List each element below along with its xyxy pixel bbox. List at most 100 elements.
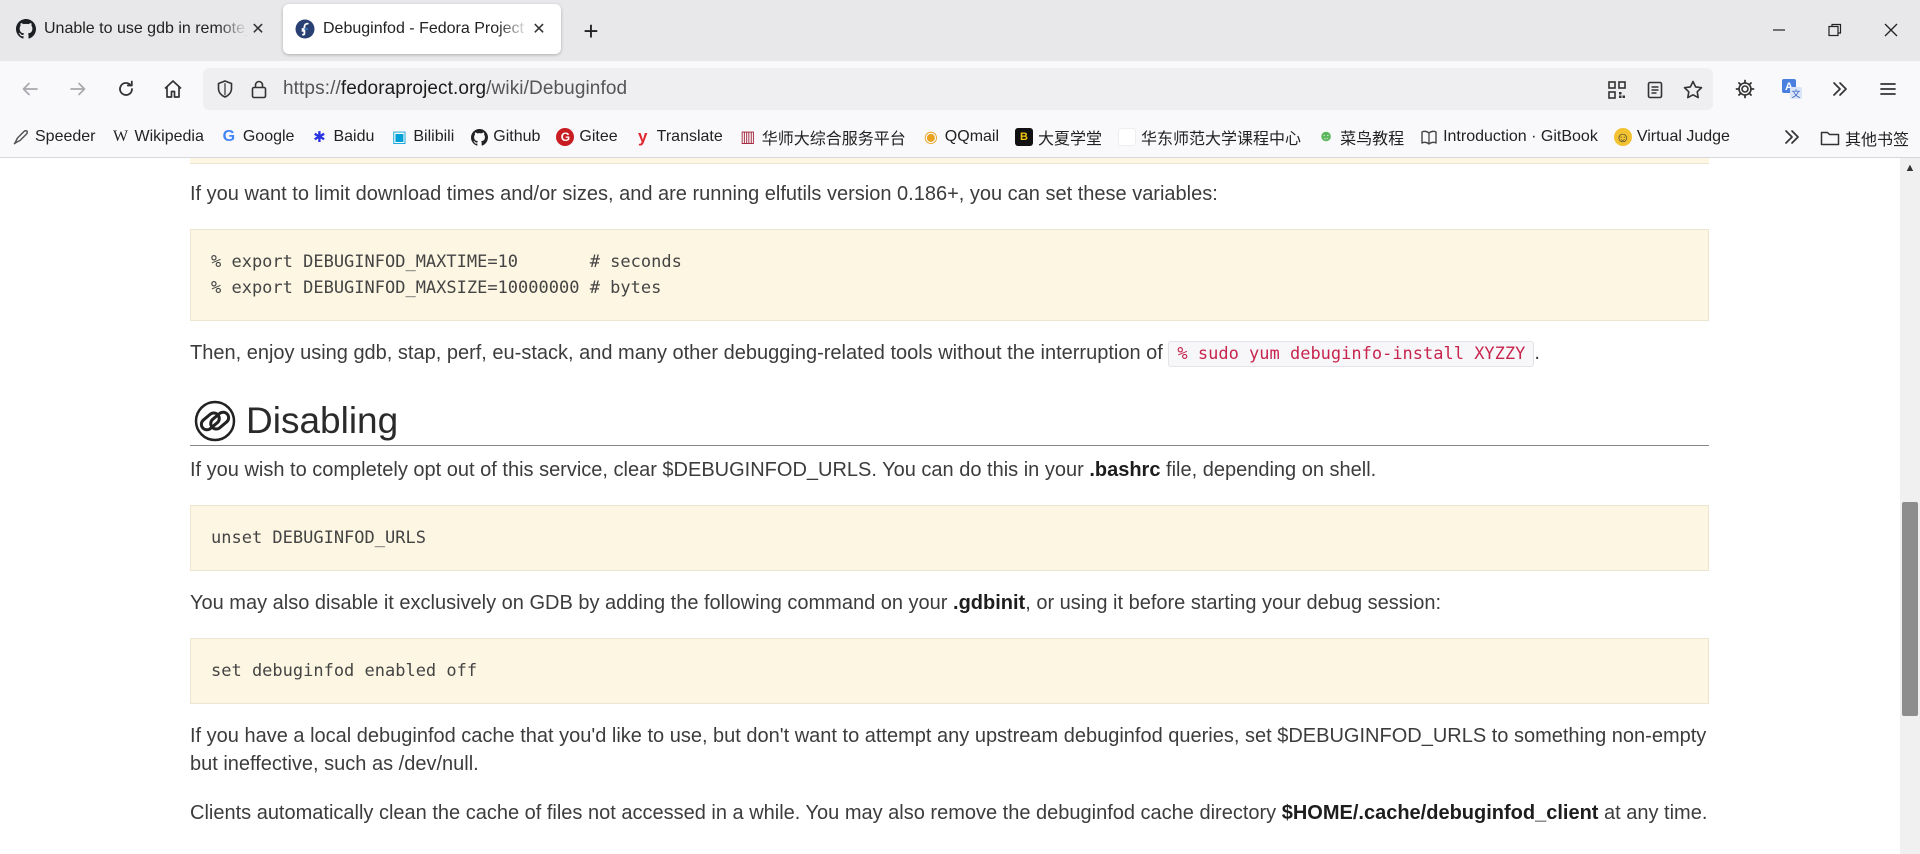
svg-text:文: 文: [1791, 88, 1800, 100]
address-bar[interactable]: https://fedoraproject.org/wiki/Debuginfo…: [203, 68, 1713, 110]
paragraph-limits: If you want to limit download times and/…: [190, 183, 1218, 205]
forward-button[interactable]: [62, 73, 94, 105]
code-block-limits[interactable]: % export DEBUGINFOD_MAXTIME=10 # seconds…: [190, 229, 1709, 321]
bookmark-star-icon[interactable]: [1679, 77, 1707, 103]
tab-debuginfod[interactable]: Debuginfod - Fedora Project ✕: [283, 4, 561, 54]
paragraph-cache-clean: Clients automatically clean the cache of…: [190, 799, 1709, 827]
bookmark-label: Gitee: [579, 128, 618, 145]
tab-title: Unable to use gdb in remote_: [44, 20, 248, 37]
tab-github-issue[interactable]: Unable to use gdb in remote_ ✕: [4, 4, 280, 54]
bookmark-label: Speeder: [35, 128, 96, 145]
bookmark-vjudge[interactable]: ☺ Virtual Judge: [1613, 128, 1730, 146]
bookmark-label: 华东师范大学课程中心: [1141, 131, 1302, 148]
fedora-icon: [295, 19, 315, 39]
lock-icon[interactable]: [247, 77, 271, 101]
bookmark-label: Github: [493, 128, 541, 145]
reader-view-icon[interactable]: [1641, 77, 1669, 103]
bookmark-label: Bilibili: [413, 128, 455, 145]
section-heading-disabling: Disabling: [190, 396, 1709, 446]
ecnu-icon: ▥: [740, 129, 756, 146]
settings-gear-icon[interactable]: [1729, 73, 1761, 105]
bookmark-label: 菜鸟教程: [1340, 131, 1405, 148]
gitbook-icon: [1420, 128, 1438, 146]
paragraph-opt-out: If you wish to completely opt out of thi…: [190, 456, 1709, 484]
previous-code-block-edge: [190, 158, 1709, 164]
bold-filename: .bashrc: [1089, 459, 1161, 481]
bookmark-label: Virtual Judge: [1636, 128, 1730, 145]
bookmark-google[interactable]: G Google: [220, 128, 295, 146]
translate-extension-icon[interactable]: A文: [1776, 73, 1808, 105]
bookmark-baidu[interactable]: ✱ Baidu: [310, 128, 374, 146]
bookmark-label: 华师大综合服务平台: [761, 131, 906, 148]
bookmark-gitbook[interactable]: Introduction · GitBook: [1420, 128, 1598, 146]
qqmail-icon: ◉: [923, 129, 938, 146]
bookmark-label: Wikipedia: [134, 128, 204, 145]
paragraph-end: .: [1534, 342, 1540, 364]
paragraph-local-cache: If you have a local debuginfod cache tha…: [190, 725, 1707, 775]
more-bookmarks-chevron-icon[interactable]: [1782, 127, 1802, 152]
code-line: set debuginfod enabled off: [211, 661, 478, 681]
navigation-toolbar: https://fedoraproject.org/wiki/Debuginfo…: [0, 61, 1920, 117]
minimize-button[interactable]: [1752, 12, 1806, 48]
other-bookmarks-folder[interactable]: 其他书签: [1820, 126, 1909, 150]
scroll-up-arrow-icon[interactable]: ▲: [1900, 158, 1920, 178]
bookmark-label: Baidu: [333, 128, 375, 145]
shield-icon[interactable]: [213, 77, 237, 101]
tab-strip: Unable to use gdb in remote_ ✕ Debuginfo…: [0, 0, 1920, 61]
blank-page-icon: [1118, 128, 1137, 146]
bookmark-bilibili[interactable]: ▣ Bilibili: [390, 128, 454, 146]
bookmark-translate[interactable]: y Translate: [634, 127, 723, 146]
inline-code: % sudo yum debuginfo-install XYZZY: [1168, 341, 1535, 367]
youdao-icon: y: [637, 127, 648, 146]
bookmark-gitee[interactable]: G Gitee: [556, 128, 618, 146]
close-tab-icon[interactable]: ✕: [529, 19, 549, 39]
reload-button[interactable]: [110, 73, 142, 105]
bookmark-wikipedia[interactable]: W Wikipedia: [112, 128, 204, 146]
bold-filename: .gdbinit: [953, 592, 1026, 614]
close-window-button[interactable]: [1864, 12, 1918, 48]
hamburger-menu-icon[interactable]: [1872, 73, 1904, 105]
daxia-icon: B: [1015, 128, 1034, 146]
url-text[interactable]: https://fedoraproject.org/wiki/Debuginfo…: [283, 78, 627, 100]
url-host: fedoraproject.org: [340, 78, 487, 99]
bookmark-label: Google: [242, 128, 295, 145]
github-icon: [16, 19, 36, 39]
paragraph-gdb-disable: You may also disable it exclusively on G…: [190, 589, 1709, 617]
code-block-unset[interactable]: unset DEBUGINFOD_URLS: [190, 505, 1709, 571]
url-path: /wiki/Debuginfod: [486, 78, 628, 99]
paragraph-text: If you wish to completely opt out of thi…: [190, 459, 1084, 481]
home-button[interactable]: [157, 73, 189, 105]
bold-path: $HOME/.cache/debuginfod_client: [1281, 802, 1599, 824]
code-line: % export DEBUGINFOD_MAXSIZE=10000000 # b…: [211, 278, 662, 298]
new-tab-button[interactable]: +: [576, 16, 606, 46]
google-icon: G: [222, 128, 236, 145]
bookmark-github[interactable]: Github: [470, 128, 540, 146]
close-tab-icon[interactable]: ✕: [248, 19, 268, 39]
bookmark-ecnu-service[interactable]: ▥ 华师大综合服务平台: [739, 125, 906, 149]
bookmark-ecnu-course[interactable]: 华东师范大学课程中心: [1118, 125, 1301, 149]
restore-button[interactable]: [1808, 12, 1862, 48]
bookmark-label: Introduction · GitBook: [1443, 128, 1598, 145]
bilibili-icon: ▣: [391, 129, 407, 146]
rocket-icon: [12, 128, 30, 146]
paragraph-text: You may also disable it exclusively on G…: [190, 592, 948, 614]
page-content: If you want to limit download times and/…: [0, 158, 1900, 854]
code-block-gdb[interactable]: set debuginfod enabled off: [190, 638, 1709, 704]
paragraph-enjoy: Then, enjoy using gdb, stap, perf, eu-st…: [190, 339, 1709, 368]
code-line: % export DEBUGINFOD_MAXTIME=10 # seconds: [211, 252, 682, 272]
qr-code-icon[interactable]: [1603, 77, 1631, 103]
broken-link-icon: [194, 400, 236, 442]
bookmark-label: 大夏学堂: [1038, 131, 1103, 148]
gitee-icon: G: [556, 128, 575, 146]
back-button[interactable]: [14, 73, 46, 105]
scrollbar-thumb[interactable]: [1902, 502, 1918, 716]
bookmark-runoob[interactable]: ☻ 菜鸟教程: [1317, 125, 1404, 149]
bookmarks-toolbar: Speeder W Wikipedia G Google ✱ Baidu ▣ B…: [0, 117, 1920, 158]
bookmark-daxia[interactable]: B 大夏学堂: [1015, 125, 1102, 149]
bookmark-qqmail[interactable]: ◉ QQmail: [922, 128, 999, 146]
more-tools-chevron-icon[interactable]: [1824, 73, 1856, 105]
bookmark-speeder[interactable]: Speeder: [12, 128, 96, 146]
vertical-scrollbar[interactable]: ▲: [1900, 158, 1920, 854]
bookmark-label: QQmail: [944, 128, 1000, 145]
url-prefix: https://: [283, 78, 341, 99]
